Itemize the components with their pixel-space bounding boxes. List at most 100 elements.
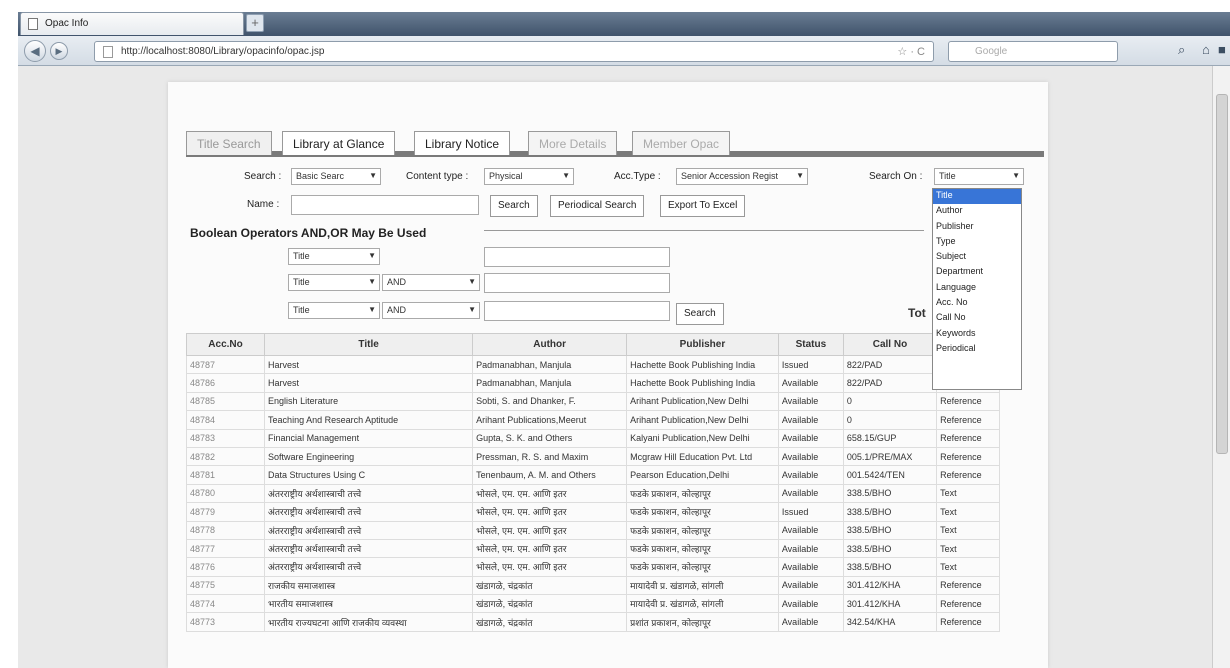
- table-row[interactable]: 48773 भारतीय राज्यघटना आणि राजकीय व्यवस्थ…: [185, 612, 1000, 632]
- web-search-box[interactable]: Google: [948, 41, 1118, 62]
- acc-type-select[interactable]: Senior Accession Regist ▼: [676, 168, 808, 185]
- table-row[interactable]: 48780 अंतरराष्ट्रीय अर्थशास्त्राची तत्त्व…: [185, 483, 1000, 504]
- bool-field-1[interactable]: Title ▼: [288, 248, 380, 265]
- bool-input-1[interactable]: [484, 247, 670, 267]
- bool-field-3[interactable]: Title ▼: [288, 302, 380, 319]
- content-type-select[interactable]: Physical ▼: [484, 168, 574, 185]
- export-excel-button[interactable]: Export To Excel: [660, 195, 746, 217]
- table-cell: 48783: [185, 428, 266, 448]
- table-cell: भोसले, एम. एम. आणि इतर: [472, 520, 628, 540]
- table-cell: Reference: [936, 446, 1000, 467]
- table-cell: भोसले, एम. एम. आणि इतर: [472, 557, 628, 577]
- table-cell: Harvest: [264, 354, 474, 375]
- table-cell: Reference: [936, 575, 1000, 596]
- table-cell: भारतीय समाजशास्त्र: [264, 594, 474, 614]
- bool-search-button[interactable]: Search: [676, 303, 724, 325]
- table-cell: English Literature: [264, 391, 474, 412]
- dropdown-option[interactable]: Acc. No: [933, 296, 1021, 311]
- bool-op-2[interactable]: AND ▼: [382, 274, 480, 291]
- tab-library-notice[interactable]: Library Notice: [414, 131, 511, 155]
- table-cell: अंतरराष्ट्रीय अर्थशास्त्राची तत्त्वे: [264, 538, 474, 559]
- table-cell: 342.54/KHA: [842, 612, 938, 632]
- table-cell: 338.5/BHO: [842, 557, 938, 577]
- table-cell: फडके प्रकाशन, कोल्हापूर: [626, 483, 779, 504]
- table-cell: 48773: [185, 612, 266, 632]
- dropdown-option[interactable]: Type: [933, 235, 1021, 250]
- browser-tab[interactable]: Opac Info: [20, 12, 244, 35]
- table-row[interactable]: 48785 English Literature Sobti, S. and Dha…: [185, 391, 1000, 412]
- table-row[interactable]: 48778 अंतरराष्ट्रीय अर्थशास्त्राची तत्त्व…: [185, 520, 1000, 540]
- dropdown-option[interactable]: Call No: [933, 311, 1021, 326]
- table-cell: 301.412/KHA: [842, 575, 938, 596]
- table-cell: Available: [777, 520, 844, 540]
- bool-field-2[interactable]: Title ▼: [288, 274, 380, 291]
- table-cell: Available: [777, 428, 844, 448]
- dropdown-option[interactable]: Department: [933, 265, 1021, 280]
- table-row[interactable]: 48781 Data Structures Using C Tenenbaum, A…: [185, 465, 1000, 485]
- table-cell: राजकीय समाजशास्त्र: [264, 575, 474, 596]
- table-row[interactable]: 48777 अंतरराष्ट्रीय अर्थशास्त्राची तत्त्व…: [185, 538, 1000, 559]
- table-cell: Issued: [777, 354, 844, 375]
- forward-button[interactable]: ▶: [50, 42, 68, 60]
- table-cell: Data Structures Using C: [264, 465, 474, 485]
- search-on-select[interactable]: Title ▼: [934, 168, 1024, 185]
- table-cell: Available: [777, 446, 844, 467]
- back-button[interactable]: ◀: [24, 40, 46, 62]
- col-author[interactable]: Author: [472, 333, 628, 356]
- table-cell: 48787: [185, 354, 266, 375]
- table-cell: Gupta, S. K. and Others: [472, 428, 628, 448]
- periodical-search-button[interactable]: Periodical Search: [550, 195, 645, 217]
- table-row[interactable]: 48786 Harvest Padmanabhan, Manjula Hachette…: [185, 373, 1000, 393]
- dropdown-option[interactable]: Subject: [933, 250, 1021, 265]
- tab-more-details[interactable]: More Details: [528, 131, 618, 155]
- table-cell: Available: [777, 373, 844, 393]
- scroll-thumb[interactable]: [1216, 94, 1228, 454]
- table-cell: Text: [936, 502, 1000, 522]
- search-on-dropdown: Title Author Publisher Type Subject Departmen…: [932, 188, 1022, 390]
- table-cell: Tenenbaum, A. M. and Others: [472, 465, 628, 485]
- dropdown-option[interactable]: Periodical: [933, 342, 1021, 357]
- bookmark-icon[interactable]: ■: [1218, 42, 1226, 57]
- tab-library-glance[interactable]: Library at Glance: [282, 131, 396, 155]
- table-row[interactable]: 48775 राजकीय समाजशास्त्र खंडागळे, चंद्रकां…: [185, 575, 1000, 596]
- bool-input-3[interactable]: [484, 301, 670, 321]
- home-icon[interactable]: ⌂: [1202, 42, 1210, 57]
- scrollbar[interactable]: [1212, 66, 1230, 668]
- search-label: Search :: [244, 171, 282, 182]
- table-cell: Hachette Book Publishing India: [626, 373, 779, 393]
- dropdown-option[interactable]: Language: [933, 281, 1021, 296]
- bool-op-3[interactable]: AND ▼: [382, 302, 480, 319]
- dropdown-option[interactable]: Publisher: [933, 220, 1021, 235]
- table-row[interactable]: 48782 Software Engineering Pressman, R. S.…: [185, 446, 1000, 467]
- dropdown-option[interactable]: Title: [933, 189, 1021, 205]
- tab-member-opac[interactable]: Member Opac: [632, 131, 731, 155]
- table-cell: 48782: [185, 446, 266, 467]
- table-row[interactable]: 48776 अंतरराष्ट्रीय अर्थशास्त्राची तत्त्व…: [185, 557, 1000, 577]
- name-input[interactable]: [291, 195, 479, 215]
- url-bar[interactable]: http://localhost:8080/Library/opacinfo/o…: [94, 41, 934, 62]
- results-table: Acc.No Title Author Publisher Status Cal…: [185, 333, 1000, 632]
- new-tab-button[interactable]: +: [246, 14, 264, 32]
- table-row[interactable]: 48784 Teaching And Research Aptitude Ariha…: [185, 410, 1000, 430]
- table-row[interactable]: 48774 भारतीय समाजशास्त्र खंडागळे, चंद्रकां…: [185, 594, 1000, 614]
- table-cell: मायादेवी प्र. खंडागळे, सांगली: [626, 575, 779, 596]
- search-icon[interactable]: ⌕: [1178, 42, 1185, 58]
- col-status[interactable]: Status: [777, 333, 844, 356]
- dropdown-option[interactable]: Author: [933, 204, 1021, 219]
- table-cell: 48775: [185, 575, 266, 596]
- table-cell: 48781: [185, 465, 266, 485]
- search-button[interactable]: Search: [490, 195, 538, 217]
- col-call-no[interactable]: Call No: [842, 333, 938, 356]
- table-row[interactable]: 48779 अंतरराष्ट्रीय अर्थशास्त्राची तत्त्व…: [185, 502, 1000, 522]
- table-row[interactable]: 48787 Harvest Padmanabhan, Manjula Hachette…: [185, 354, 1000, 375]
- search-type-select[interactable]: Basic Searc ▼: [291, 168, 381, 185]
- url-tools[interactable]: ☆ · C: [897, 45, 925, 58]
- col-acc-no[interactable]: Acc.No: [185, 333, 266, 356]
- bool-input-2[interactable]: [484, 273, 670, 293]
- dropdown-option[interactable]: Keywords: [933, 327, 1021, 342]
- table-row[interactable]: 48783 Financial Management Gupta, S. K. an…: [185, 428, 1000, 448]
- tab-title-search[interactable]: Title Search: [186, 131, 272, 155]
- col-title[interactable]: Title: [264, 333, 474, 356]
- table-cell: Text: [936, 483, 1000, 504]
- col-publisher[interactable]: Publisher: [626, 333, 779, 356]
